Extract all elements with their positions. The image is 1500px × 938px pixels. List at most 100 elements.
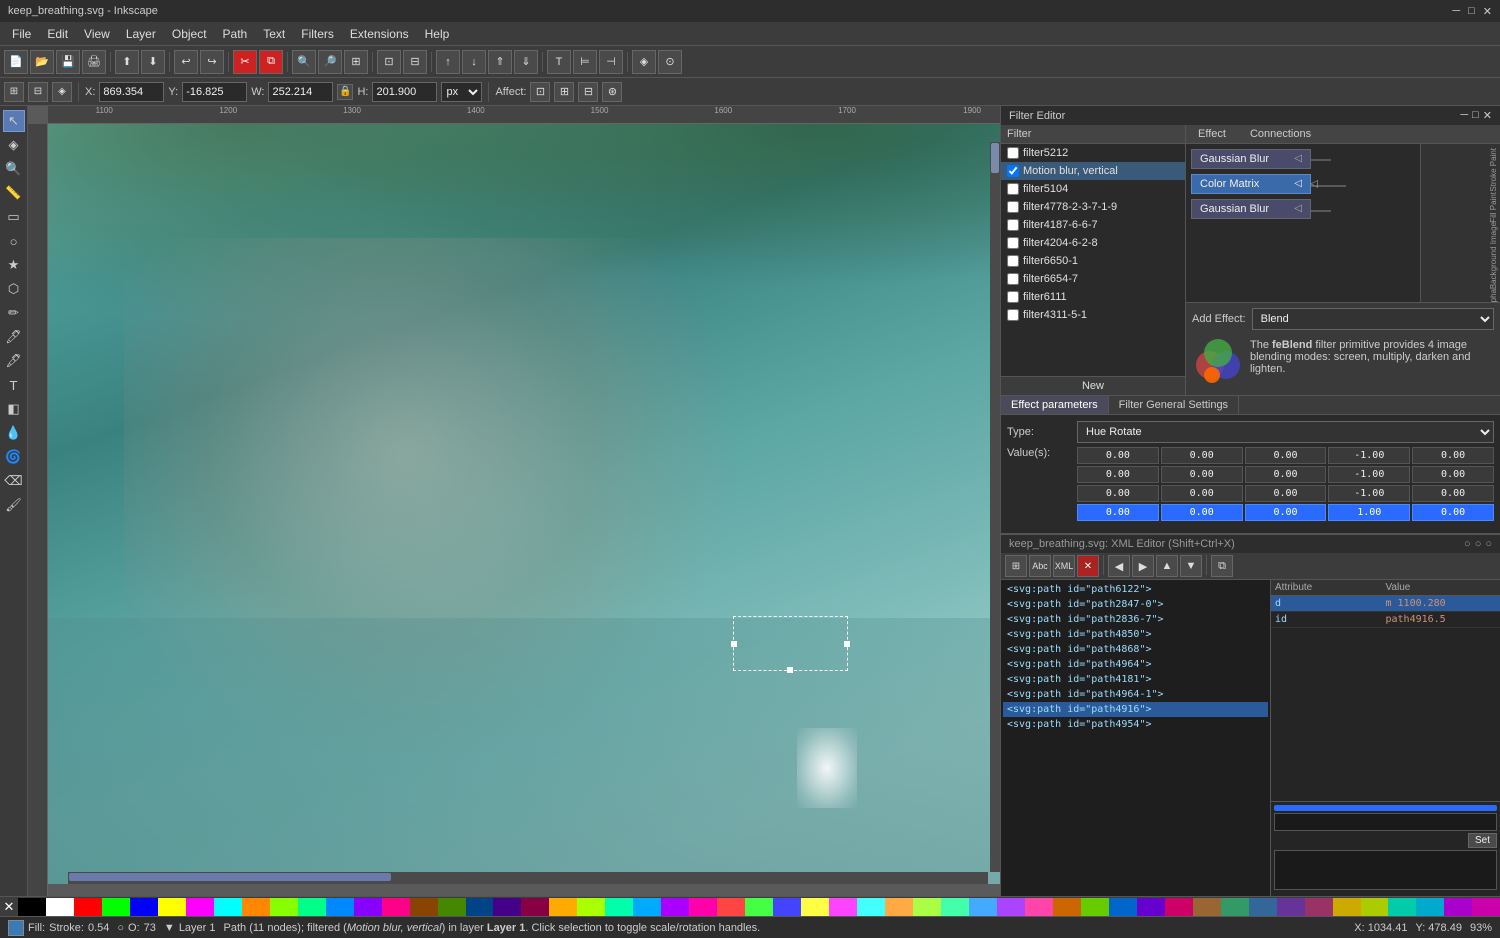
palette-color-52[interactable]: [1472, 898, 1500, 916]
palette-color-27[interactable]: [773, 898, 801, 916]
select-tool[interactable]: ↖: [3, 110, 25, 132]
paint-tool[interactable]: 🖌: [3, 494, 25, 516]
palette-color-9[interactable]: [270, 898, 298, 916]
xml-item-path2836[interactable]: <svg:path id="path2836-7">: [1003, 612, 1268, 627]
xml-item-path4850[interactable]: <svg:path id="path4850">: [1003, 627, 1268, 642]
group-btn[interactable]: ⊡: [377, 50, 401, 74]
eraser-tool[interactable]: ⌫: [3, 470, 25, 492]
filter-item-4778[interactable]: filter4778-2-3-7-1-9: [1001, 198, 1185, 216]
cell-3-3[interactable]: 1.00: [1328, 504, 1410, 521]
palette-color-38[interactable]: [1081, 898, 1109, 916]
xml-tree[interactable]: <svg:path id="path6122"> <svg:path id="p…: [1001, 580, 1270, 896]
affect1-btn[interactable]: ⊡: [530, 82, 550, 102]
filter-item-4311[interactable]: filter4311-5-1: [1001, 306, 1185, 324]
undo-btn[interactable]: ↩: [174, 50, 198, 74]
align-left-btn[interactable]: ⊨: [573, 50, 597, 74]
add-effect-select[interactable]: Blend ColorMatrix ComponentTransfer Comp…: [1252, 308, 1494, 330]
cell-0-2[interactable]: 0.00: [1245, 447, 1327, 464]
node-tool[interactable]: ◈: [3, 134, 25, 156]
palette-color-11[interactable]: [326, 898, 354, 916]
palette-color-3[interactable]: [102, 898, 130, 916]
fe-btn1[interactable]: ─: [1460, 109, 1468, 122]
filter-check-5104[interactable]: [1007, 183, 1019, 195]
palette-color-49[interactable]: [1388, 898, 1416, 916]
palette-color-25[interactable]: [717, 898, 745, 916]
matrix-row-0[interactable]: 0.00 0.00 0.00 -1.00 0.00: [1077, 447, 1494, 464]
effect-node-gaussian1[interactable]: Gaussian Blur ◁: [1191, 149, 1311, 169]
cut-btn[interactable]: ✂: [233, 50, 257, 74]
palette-color-24[interactable]: [689, 898, 717, 916]
cell-1-4[interactable]: 0.00: [1412, 466, 1494, 483]
zoom-fit-btn[interactable]: ⊞: [344, 50, 368, 74]
xml-btn2[interactable]: ○: [1475, 538, 1482, 550]
cell-1-0[interactable]: 0.00: [1077, 466, 1159, 483]
filter-item-motion-blur[interactable]: Motion blur, vertical: [1001, 162, 1185, 180]
palette-color-17[interactable]: [493, 898, 521, 916]
palette-color-0[interactable]: [18, 898, 46, 916]
lower-bottom-btn[interactable]: ⇓: [514, 50, 538, 74]
cell-0-0[interactable]: 0.00: [1077, 447, 1159, 464]
matrix-row-1[interactable]: 0.00 0.00 0.00 -1.00 0.00: [1077, 466, 1494, 483]
xml-new-text-btn[interactable]: Abc: [1029, 555, 1051, 577]
type-select[interactable]: Hue Rotate Saturate LuminanceToAlpha Mat…: [1077, 421, 1494, 443]
palette-color-29[interactable]: [829, 898, 857, 916]
zoom-tool[interactable]: 🔍: [3, 158, 25, 180]
palette-color-16[interactable]: [466, 898, 494, 916]
xml-item-path4868[interactable]: <svg:path id="path4868">: [1003, 642, 1268, 657]
menu-help[interactable]: Help: [417, 25, 458, 43]
xml-attr-input[interactable]: [1274, 813, 1497, 831]
import-btn[interactable]: ⬆: [115, 50, 139, 74]
cell-3-2[interactable]: 0.00: [1245, 504, 1327, 521]
attr-row-id[interactable]: id path4916.5: [1271, 612, 1500, 628]
xml-item-path6122[interactable]: <svg:path id="path6122">: [1003, 582, 1268, 597]
xml-new-elem-btn[interactable]: ⊞: [1005, 555, 1027, 577]
unit-select[interactable]: pxmmcmin: [441, 82, 482, 102]
xml-item-path4916[interactable]: <svg:path id="path4916">: [1003, 702, 1268, 717]
star-tool[interactable]: ★: [3, 254, 25, 276]
menu-edit[interactable]: Edit: [39, 25, 76, 43]
maximize-btn[interactable]: □: [1468, 5, 1475, 18]
zoom-in-btn[interactable]: 🔍: [292, 50, 316, 74]
palette-color-8[interactable]: [242, 898, 270, 916]
cell-2-3[interactable]: -1.00: [1328, 485, 1410, 502]
cell-2-0[interactable]: 0.00: [1077, 485, 1159, 502]
palette-color-50[interactable]: [1416, 898, 1444, 916]
save-btn[interactable]: 💾: [56, 50, 80, 74]
xml-prev-btn[interactable]: ◀: [1108, 555, 1130, 577]
filter-check-6650[interactable]: [1007, 255, 1019, 267]
filter-item-5212[interactable]: filter5212: [1001, 144, 1185, 162]
x-input[interactable]: 869.354: [99, 82, 164, 102]
attr-row-d[interactable]: d m 1100.280: [1271, 596, 1500, 612]
menu-view[interactable]: View: [76, 25, 118, 43]
measure-tool[interactable]: 📏: [3, 182, 25, 204]
filter-check-6111[interactable]: [1007, 291, 1019, 303]
palette-color-26[interactable]: [745, 898, 773, 916]
menu-extensions[interactable]: Extensions: [342, 25, 417, 43]
palette-color-7[interactable]: [214, 898, 242, 916]
close-btn[interactable]: ✕: [1483, 5, 1492, 18]
matrix-row-3[interactable]: 0.00 0.00 0.00 1.00 0.00: [1077, 504, 1494, 521]
canvas-content[interactable]: [48, 124, 1000, 884]
cell-0-4[interactable]: 0.00: [1412, 447, 1494, 464]
palette-color-19[interactable]: [549, 898, 577, 916]
palette-color-12[interactable]: [354, 898, 382, 916]
text-tool-btn[interactable]: T: [547, 50, 571, 74]
menu-file[interactable]: File: [4, 25, 39, 43]
h-input[interactable]: 201.900: [372, 82, 437, 102]
xml-new-xml-btn[interactable]: XML: [1053, 555, 1075, 577]
affect2-btn[interactable]: ⊞: [554, 82, 574, 102]
cell-3-0[interactable]: 0.00: [1077, 504, 1159, 521]
cell-2-2[interactable]: 0.00: [1245, 485, 1327, 502]
dropper-tool[interactable]: 💧: [3, 422, 25, 444]
menu-layer[interactable]: Layer: [118, 25, 164, 43]
matrix-row-2[interactable]: 0.00 0.00 0.00 -1.00 0.00: [1077, 485, 1494, 502]
rect-tool[interactable]: ▭: [3, 206, 25, 228]
palette-color-45[interactable]: [1277, 898, 1305, 916]
snap2-btn[interactable]: ⊟: [28, 82, 48, 102]
xml-btn1[interactable]: ○: [1464, 538, 1471, 550]
xml-up-btn[interactable]: ▲: [1156, 555, 1178, 577]
no-color-btn[interactable]: ✕: [0, 898, 18, 916]
filter-check-4778[interactable]: [1007, 201, 1019, 213]
palette-color-4[interactable]: [130, 898, 158, 916]
palette-color-23[interactable]: [661, 898, 689, 916]
